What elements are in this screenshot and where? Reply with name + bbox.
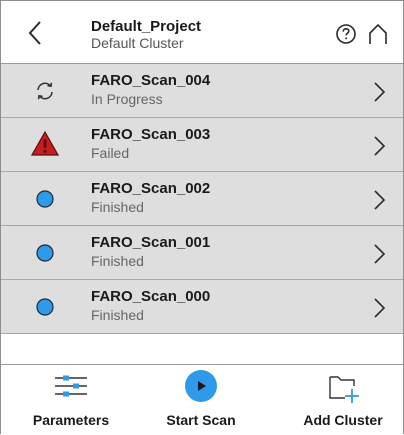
question-circle-icon	[336, 24, 356, 44]
start-scan-label: Start Scan	[166, 412, 236, 428]
sliders-icon	[53, 371, 89, 406]
scan-row[interactable]: FARO_Scan_001 Finished	[1, 226, 403, 280]
scan-row-text: FARO_Scan_000 Finished	[91, 288, 351, 325]
chevron-right-icon	[372, 297, 386, 319]
scan-name: FARO_Scan_002	[91, 180, 211, 197]
scan-row-text: FARO_Scan_002 Finished	[91, 180, 351, 217]
scan-name: FARO_Scan_003	[91, 126, 211, 143]
chevron-right-icon	[372, 243, 386, 265]
scan-status: Finished	[91, 307, 144, 323]
finished-dot-icon	[33, 241, 57, 265]
project-title: Default_Project	[91, 18, 202, 35]
add-cluster-label: Add Cluster	[303, 412, 383, 428]
scan-row[interactable]: FARO_Scan_002 Finished	[1, 172, 403, 226]
scan-name: FARO_Scan_001	[91, 234, 211, 251]
scan-status: In Progress	[91, 91, 163, 107]
chevron-right-icon	[372, 135, 386, 157]
help-button[interactable]	[335, 23, 357, 45]
scan-status: Failed	[91, 145, 130, 161]
chevron-right-icon	[372, 189, 386, 211]
back-button[interactable]	[23, 19, 47, 47]
scan-row[interactable]: FARO_Scan_003 Failed	[1, 118, 403, 172]
chevron-right-icon	[372, 81, 386, 103]
scan-name: FARO_Scan_004	[91, 72, 211, 89]
scan-row[interactable]: FARO_Scan_004 In Progress	[1, 64, 403, 118]
cluster-subtitle: Default Cluster	[91, 35, 184, 51]
sync-icon	[33, 79, 57, 103]
home-caret-icon	[369, 23, 387, 44]
app-window: Default_Project Default Cluster FARO_Sca…	[0, 0, 404, 434]
header-bar: Default_Project Default Cluster	[1, 1, 403, 64]
chevron-left-icon	[28, 21, 41, 45]
scan-row[interactable]: FARO_Scan_000 Finished	[1, 280, 403, 334]
finished-dot-icon	[33, 295, 57, 319]
scan-row-text: FARO_Scan_003 Failed	[91, 126, 351, 163]
parameters-button[interactable]: Parameters	[11, 365, 131, 435]
scan-list: FARO_Scan_004 In Progress FARO_Scan_003 …	[1, 64, 403, 334]
add-cluster-button[interactable]: Add Cluster	[285, 365, 401, 435]
bottom-toolbar: Parameters Start Scan Add Cluster	[1, 364, 403, 434]
warning-triangle-icon	[30, 130, 60, 157]
scan-status: Finished	[91, 199, 144, 215]
scan-name: FARO_Scan_000	[91, 288, 211, 305]
play-icon	[184, 369, 218, 408]
start-scan-button[interactable]: Start Scan	[141, 365, 261, 435]
parameters-label: Parameters	[32, 412, 110, 428]
scan-row-text: FARO_Scan_001 Finished	[91, 234, 351, 271]
finished-dot-icon	[33, 187, 57, 211]
project-title-block: Default_Project Default Cluster	[91, 18, 311, 52]
scan-row-text: FARO_Scan_004 In Progress	[91, 72, 351, 109]
scan-status: Finished	[91, 253, 144, 269]
add-folder-icon	[327, 372, 361, 409]
home-button[interactable]	[367, 22, 389, 46]
